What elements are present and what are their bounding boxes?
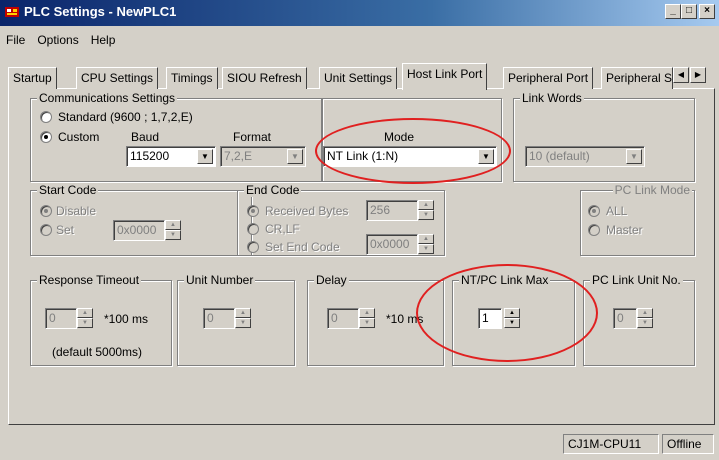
disable-label: Disable bbox=[56, 204, 97, 218]
end-code-field[interactable]: 0x0000 bbox=[366, 234, 418, 255]
disable-radio[interactable] bbox=[40, 205, 52, 217]
link-words-group: Link Words bbox=[513, 91, 695, 182]
all-label: ALL bbox=[606, 204, 628, 218]
pc-link-unit-no-label: PC Link Unit No. bbox=[590, 273, 683, 287]
tab-siou-refresh[interactable]: SIOU Refresh bbox=[222, 67, 307, 89]
tab-host-link-port[interactable]: Host Link Port bbox=[402, 63, 488, 90]
status-cpu: CJ1M-CPU11 bbox=[563, 434, 659, 454]
tab-cpu-settings[interactable]: CPU Settings bbox=[76, 67, 159, 89]
delay-unit: *10 ms bbox=[386, 312, 424, 326]
received-bytes-label: Received Bytes bbox=[265, 204, 349, 218]
set-label: Set bbox=[56, 223, 75, 237]
nt-pc-link-max-label: NT/PC Link Max bbox=[459, 273, 551, 287]
pc-link-unit-no-field[interactable]: 0 bbox=[613, 308, 637, 329]
set-radio[interactable] bbox=[40, 224, 52, 236]
master-label: Master bbox=[606, 223, 643, 237]
menu-bar: File Options Help bbox=[0, 30, 121, 50]
tab-peripheral-port[interactable]: Peripheral Port bbox=[503, 67, 594, 89]
chevron-down-icon[interactable]: ▼ bbox=[287, 149, 303, 164]
standard-label: Standard (9600 ; 1,7,2,E) bbox=[58, 110, 193, 124]
tab-startup[interactable]: Startup bbox=[8, 67, 57, 89]
end-code-label: End Code bbox=[244, 183, 302, 197]
chevron-down-icon[interactable]: ▼ bbox=[197, 149, 213, 164]
delay-label: Delay bbox=[314, 273, 349, 287]
mode-value: NT Link (1:N) bbox=[327, 149, 399, 163]
link-words-label: Link Words bbox=[520, 91, 584, 105]
start-code-spinner[interactable]: ▲ ▼ bbox=[165, 220, 181, 241]
tab-scroll-right-icon[interactable]: ▶ bbox=[690, 67, 706, 83]
chevron-down-icon[interactable]: ▼ bbox=[478, 149, 494, 164]
pc-link-mode-label: PC Link Mode bbox=[612, 183, 692, 197]
comm-settings-label: Communications Settings bbox=[37, 91, 178, 105]
menu-help[interactable]: Help bbox=[85, 30, 122, 50]
response-timeout-note: (default 5000ms) bbox=[52, 345, 143, 359]
start-code-label: Start Code bbox=[37, 183, 99, 197]
app-icon bbox=[5, 7, 19, 17]
tab-scroll-left-icon[interactable]: ◀ bbox=[673, 67, 689, 83]
start-code-field[interactable]: 0x0000 bbox=[113, 220, 165, 241]
minimize-button[interactable]: _ bbox=[665, 4, 681, 19]
unit-number-field[interactable]: 0 bbox=[203, 308, 235, 329]
link-words-select[interactable]: 10 (default) ▼ bbox=[525, 146, 645, 167]
format-select[interactable]: 7,2,E ▼ bbox=[220, 146, 306, 167]
master-radio[interactable] bbox=[588, 224, 600, 236]
set-end-code-radio[interactable] bbox=[247, 241, 259, 253]
response-timeout-label: Response Timeout bbox=[37, 273, 142, 287]
baud-select[interactable]: 115200 ▼ bbox=[126, 146, 216, 167]
maximize-button[interactable]: □ bbox=[681, 4, 697, 19]
baud-label: Baud bbox=[131, 130, 160, 144]
unit-number-label: Unit Number bbox=[184, 273, 256, 287]
crlf-label: CR,LF bbox=[265, 222, 300, 236]
received-bytes-radio[interactable] bbox=[247, 205, 259, 217]
end-code-spinner[interactable]: ▲ ▼ bbox=[418, 234, 434, 255]
received-bytes-spinner[interactable]: ▲ ▼ bbox=[418, 200, 434, 221]
pc-link-unit-no-spinner[interactable]: ▲ ▼ bbox=[637, 308, 653, 329]
link-words-value: 10 (default) bbox=[529, 149, 590, 163]
custom-radio[interactable] bbox=[40, 131, 52, 143]
baud-value: 115200 bbox=[130, 149, 170, 163]
close-button[interactable]: × bbox=[699, 4, 715, 19]
tab-peripheral-s[interactable]: Peripheral S bbox=[601, 67, 673, 89]
format-value: 7,2,E bbox=[224, 149, 253, 163]
format-label: Format bbox=[233, 130, 272, 144]
response-timeout-field[interactable]: 0 bbox=[45, 308, 77, 329]
chevron-down-icon[interactable]: ▼ bbox=[626, 149, 642, 164]
menu-file[interactable]: File bbox=[0, 30, 31, 50]
tab-unit-settings[interactable]: Unit Settings bbox=[319, 67, 398, 89]
delay-spinner[interactable]: ▲ ▼ bbox=[359, 308, 375, 329]
mode-select[interactable]: NT Link (1:N) ▼ bbox=[323, 146, 497, 167]
response-timeout-unit: *100 ms bbox=[104, 312, 149, 326]
nt-pc-link-max-spinner[interactable]: ▲ ▼ bbox=[504, 308, 520, 329]
crlf-radio[interactable] bbox=[247, 223, 259, 235]
custom-label: Custom bbox=[58, 130, 100, 144]
response-timeout-spinner[interactable]: ▲ ▼ bbox=[77, 308, 93, 329]
all-radio[interactable] bbox=[588, 205, 600, 217]
status-mode: Offline bbox=[662, 434, 714, 454]
standard-radio[interactable] bbox=[40, 111, 52, 123]
set-end-code-label: Set End Code bbox=[265, 240, 340, 254]
window-title: PLC Settings - NewPLC1 bbox=[24, 4, 177, 19]
tab-timings[interactable]: Timings bbox=[166, 67, 218, 89]
unit-number-spinner[interactable]: ▲ ▼ bbox=[235, 308, 251, 329]
received-bytes-field[interactable]: 256 bbox=[366, 200, 418, 221]
menu-options[interactable]: Options bbox=[31, 30, 84, 50]
nt-pc-link-max-field[interactable]: 1 bbox=[478, 308, 502, 329]
mode-label: Mode bbox=[384, 130, 415, 144]
delay-field[interactable]: 0 bbox=[327, 308, 359, 329]
